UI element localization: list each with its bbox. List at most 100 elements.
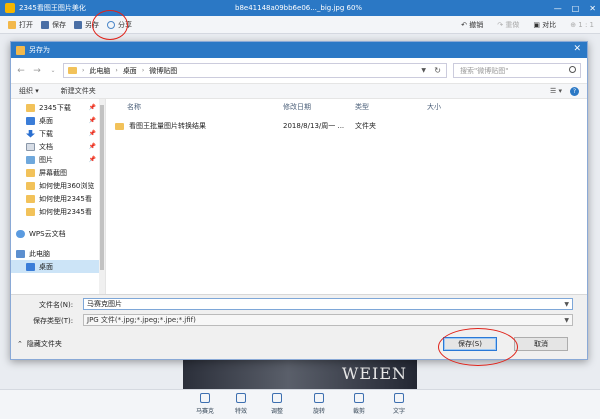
open-button[interactable]: 打开 — [8, 20, 33, 30]
chevron-down-icon[interactable]: ⌄ — [47, 67, 59, 74]
rotate-icon — [314, 393, 324, 403]
breadcrumb-weibo[interactable]: 微博贴图 — [149, 66, 177, 76]
nav-item-selected[interactable]: 桌面 — [11, 260, 99, 273]
effects-tool[interactable]: 特效 — [226, 393, 256, 415]
refresh-icon[interactable]: ↻ — [434, 66, 441, 75]
desktop-icon — [26, 262, 35, 271]
nav-item[interactable]: 如何使用2345看 — [11, 192, 99, 205]
dialog-titlebar: 另存为 ✕ — [11, 42, 587, 58]
back-arrow-icon[interactable]: ← — [15, 66, 27, 76]
folder-icon — [26, 168, 35, 177]
filename-input[interactable]: 马赛克图片 ▼ — [83, 298, 573, 310]
nav-item[interactable]: 2345下载 📌 — [11, 101, 99, 114]
mosaic-icon — [200, 393, 210, 403]
folder-icon — [68, 67, 77, 74]
undo-button[interactable]: ↶ 撤销 — [461, 20, 483, 30]
chevron-up-icon: ⌃ — [17, 340, 23, 348]
app-toolbar: 打开 保存 另存 分享 ↶ 撤销 ↷ 重做 ▣ 对比 ⊕ 1 : 1 — [0, 16, 600, 34]
chevron-down-icon[interactable]: ▼ — [564, 301, 569, 308]
rotate-tool[interactable]: 旋转 — [304, 393, 334, 415]
document-icon — [26, 142, 35, 151]
search-box[interactable]: 搜索"微博贴图" — [453, 63, 581, 78]
nav-item[interactable]: 如何使用360浏览 — [11, 179, 99, 192]
redo-button[interactable]: ↷ 重做 — [497, 20, 519, 30]
nav-item[interactable]: WPS云文档 — [11, 227, 99, 240]
crop-tool[interactable]: 裁剪 — [344, 393, 374, 415]
column-size[interactable]: 大小 — [427, 102, 441, 112]
computer-icon — [16, 249, 25, 258]
file-modified: 2018/8/13/周一 ... — [283, 122, 345, 130]
address-bar[interactable]: › 此电脑 › 桌面 › 微博贴图 ▼ ↻ — [63, 63, 447, 78]
scrollbar-thumb[interactable] — [100, 105, 104, 270]
nav-item[interactable]: 此电脑 — [11, 247, 99, 260]
command-bar: 组织 ▾ 新建文件夹 ☰ ▾ ? — [11, 83, 587, 99]
photo-preview: WEIEN — [183, 356, 417, 389]
column-name[interactable]: 名称 — [127, 102, 141, 112]
text-tool[interactable]: 文字 — [384, 393, 414, 415]
cancel-button[interactable]: 取消 — [514, 337, 568, 351]
folder-icon — [26, 194, 35, 203]
breadcrumb-pc[interactable]: 此电脑 — [89, 66, 110, 76]
maximize-icon[interactable]: □ — [572, 4, 580, 13]
filename-label: 文件名(N): — [39, 301, 74, 309]
file-name: 看图王批量图片转换结果 — [129, 122, 206, 130]
window-controls: — □ ✕ — [554, 4, 596, 13]
forward-arrow-icon[interactable]: → — [31, 66, 43, 76]
navigation-pane: 2345下载 📌 桌面 📌 下载 📌 文档 📌 图片 📌 屏幕截图 如何使用360浏览 如… — [11, 99, 106, 295]
nav-item[interactable]: 屏幕截图 — [11, 166, 99, 179]
view-controls: ☰ ▾ ? — [550, 86, 579, 96]
disk-icon — [41, 20, 49, 29]
file-row[interactable]: 看图王批量图片转换结果 2018/8/13/周一 ... 文件夹 — [115, 119, 435, 133]
dialog-close-icon[interactable]: ✕ — [573, 44, 581, 54]
pin-icon: 📌 — [88, 143, 96, 150]
filetype-select[interactable]: JPG 文件(*.jpg;*.jpeg;*.jpe;*.jfif) ▼ — [83, 314, 573, 326]
help-icon[interactable]: ? — [570, 86, 579, 96]
adjust-tool[interactable]: 调整 — [262, 393, 292, 415]
organize-button[interactable]: 组织 ▾ — [19, 86, 39, 96]
column-type[interactable]: 类型 — [355, 102, 369, 112]
mosaic-tool[interactable]: 马赛克 — [190, 393, 220, 415]
nav-item[interactable]: 图片 📌 — [11, 153, 99, 166]
close-icon[interactable]: ✕ — [589, 4, 596, 13]
save-button[interactable]: 保存(S) — [443, 337, 497, 351]
column-modified[interactable]: 修改日期 — [283, 102, 311, 112]
nav-item[interactable]: 桌面 📌 — [11, 114, 99, 127]
folder-icon — [26, 181, 35, 190]
nav-item[interactable]: 文档 📌 — [11, 140, 99, 153]
view-options-icon[interactable]: ☰ ▾ — [550, 87, 562, 95]
filename-value: 马赛克图片 — [87, 300, 122, 308]
compare-button[interactable]: ▣ 对比 — [533, 20, 556, 30]
chevron-down-icon[interactable]: ▼ — [564, 317, 569, 324]
nav-scrollbar[interactable] — [99, 99, 105, 295]
breadcrumb-desktop[interactable]: 桌面 — [123, 66, 137, 76]
nav-item[interactable]: 如何使用2345看 — [11, 205, 99, 218]
file-title: b8e41148a09bb6e06..._big.jpg 60% — [235, 4, 363, 12]
save-options: 文件名(N): 马赛克图片 ▼ 保存类型(T): JPG 文件(*.jpg;*.… — [11, 294, 587, 359]
file-type: 文件夹 — [355, 122, 376, 130]
magic-wand-icon — [236, 393, 246, 403]
save-as-dialog: 另存为 ✕ ← → ⌄ › 此电脑 › 桌面 › 微博贴图 ▼ ↻ 搜索"微博贴… — [10, 41, 588, 360]
desktop-icon — [26, 116, 35, 125]
save-as-toolbar-button[interactable]: 另存 — [74, 20, 99, 30]
nav-item[interactable]: 下载 📌 — [11, 127, 99, 140]
app-title: 2345看图王图片美化 — [19, 4, 86, 12]
photo-text: WEIEN — [341, 364, 407, 383]
chevron-right-icon: › — [82, 67, 85, 74]
dialog-title: 另存为 — [29, 46, 50, 54]
hide-folders-toggle[interactable]: ⌃ 隐藏文件夹 — [17, 339, 62, 349]
folder-icon — [8, 20, 16, 29]
minimize-icon[interactable]: — — [554, 4, 562, 13]
new-folder-button[interactable]: 新建文件夹 — [61, 86, 96, 96]
save-toolbar-button[interactable]: 保存 — [41, 20, 66, 30]
sliders-icon — [272, 393, 282, 403]
address-dropdown-icon[interactable]: ▼ — [421, 67, 426, 74]
navigation-bar: ← → ⌄ › 此电脑 › 桌面 › 微博贴图 ▼ ↻ 搜索"微博贴图" — [11, 58, 587, 83]
zoom-button[interactable]: ⊕ 1 : 1 — [570, 21, 594, 29]
picture-icon — [26, 155, 35, 164]
crop-icon — [354, 393, 364, 403]
share-button[interactable]: 分享 — [107, 20, 132, 30]
toolbar-right: ↶ 撤销 ↷ 重做 ▣ 对比 ⊕ 1 : 1 — [461, 20, 594, 30]
bottom-toolbar: 马赛克 特效 调整 旋转 裁剪 文字 — [0, 389, 600, 419]
disk-icon — [74, 20, 82, 29]
folder-icon — [115, 122, 124, 130]
